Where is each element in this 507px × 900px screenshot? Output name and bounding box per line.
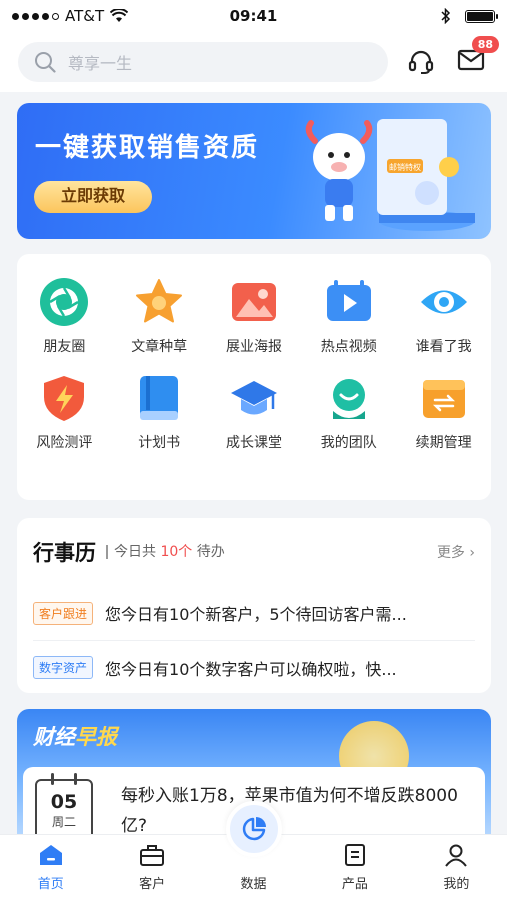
get-now-button[interactable]: 立即获取 [34,181,152,213]
message-button[interactable]: 88 [457,36,499,76]
signal-icon [12,12,59,20]
grid-label: 续期管理 [415,435,472,451]
schedule-title: 行事历 [33,541,96,565]
user-icon [445,844,468,867]
star-icon [133,276,185,328]
schedule-summary: 今日共 10个 待办 [106,545,225,559]
folder-icon [418,372,470,424]
grid-label: 热点视频 [320,339,377,355]
grid-item-classroom[interactable]: 成长课堂 [207,372,302,452]
feature-grid: 朋友圈 文章种草 展业海报 热点视频 谁看了我 风险测评 计划书 成长课堂 我的… [17,254,491,500]
grid-item-renewal[interactable]: 续期管理 [396,372,491,452]
grid-item-team[interactable]: 我的团队 [301,372,396,452]
grid-item-articles[interactable]: 文章种草 [112,276,207,356]
schedule-row-text: 您今日有10个数字客户可以确权啦，快... [105,659,397,679]
graduation-cap-icon [228,372,280,424]
status-left: AT&T [12,7,182,25]
tab-data[interactable]: 数据 [203,801,304,892]
bottom-tab-bar: 首页 客户 数据 产品 我的 [0,801,507,900]
news-headline[interactable]: 每秒入账1万8，苹果市值为何不增反跌8000亿? [121,781,481,841]
schedule-card: 行事历 今日共 10个 待办 更多 › 客户跟进 您今日有10个新客户，5个待回… [17,518,491,693]
status-time: 09:41 [229,7,278,25]
calendar-weekday: 周二 [51,815,76,829]
message-badge: 88 [471,36,499,53]
schedule-header: 行事历 今日共 10个 待办 更多 › [33,518,475,586]
grid-label: 风险测评 [36,435,93,451]
tab-label: 我的 [443,877,470,892]
tab-label: 数据 [240,877,267,892]
image-icon [228,276,280,328]
summary-suffix: 待办 [196,544,225,560]
grid-label: 展业海报 [225,339,282,355]
book-icon [133,372,185,424]
app-header: 尊享一生 88 [0,32,507,92]
grid-item-viewers[interactable]: 谁看了我 [396,276,491,356]
eye-icon [418,276,470,328]
grid-label: 我的团队 [320,435,377,451]
schedule-row-text: 您今日有10个新客户，5个待回访客户需... [105,605,407,624]
briefcase-icon [140,845,165,866]
tab-label: 首页 [37,877,64,892]
schedule-row[interactable]: 数字资产 您今日有10个数字客户可以确权啦，快... [33,640,475,694]
mascot-illustration: 邮销特权 [305,119,475,231]
document-icon [344,844,365,866]
grid-item-risk-test[interactable]: 风险测评 [17,372,112,452]
grid-label: 谁看了我 [415,339,472,355]
grid-item-videos[interactable]: 热点视频 [301,276,396,356]
chevron-right-icon: › [469,545,475,561]
video-play-icon [323,276,375,328]
finance-title-part1: 财经 [33,725,75,749]
status-bar: AT&T 09:41 [0,0,507,32]
grid-item-moments[interactable]: 朋友圈 [17,276,112,356]
grid-label: 朋友圈 [43,339,86,355]
team-icon [323,372,375,424]
header-actions: 88 [407,36,499,76]
finance-title: 财经早报 [33,721,117,751]
grid-label: 计划书 [138,435,181,451]
search-icon [35,52,56,73]
grid-label: 文章种草 [131,339,188,355]
tab-mine[interactable]: 我的 [406,843,507,892]
grid-item-plan-book[interactable]: 计划书 [112,372,207,452]
camera-shutter-icon [38,276,90,328]
finance-title-part2: 早报 [75,725,117,749]
tab-label: 产品 [341,877,368,892]
promo-banner[interactable]: 一键获取销售资质 立即获取 邮销特权 [17,103,491,239]
pie-chart-icon [242,817,266,841]
todo-count: 10个 [160,544,193,560]
calendar-day: 05 [50,791,78,813]
schedule-row[interactable]: 客户跟进 您今日有10个新客户，5个待回访客户需... [33,586,475,640]
more-label: 更多 [436,545,465,561]
digital-asset-tag: 数字资产 [33,656,94,679]
summary-prefix: 今日共 [114,544,156,560]
banner-title: 一键获取销售资质 [35,133,260,163]
tab-label: 客户 [139,877,166,892]
tab-products[interactable]: 产品 [304,843,405,892]
tab-customers[interactable]: 客户 [101,843,202,892]
status-right [325,8,498,24]
wifi-icon [110,9,129,22]
search-placeholder: 尊享一生 [68,54,133,73]
search-input[interactable]: 尊享一生 [18,42,388,82]
customer-follow-tag: 客户跟进 [33,601,94,625]
carrier-label: AT&T [65,7,105,25]
battery-icon [465,9,498,23]
home-icon [39,845,62,865]
banner-card-label: 邮销特权 [389,162,421,172]
grid-item-posters[interactable]: 展业海报 [207,276,302,356]
tab-home[interactable]: 首页 [0,843,101,892]
grid-label: 成长课堂 [225,435,282,451]
schedule-more-link[interactable]: 更多 › [437,542,475,562]
data-tab-circle [225,801,282,857]
headset-icon[interactable] [407,48,435,76]
bluetooth-icon [441,8,451,24]
shield-lightning-icon [38,372,90,424]
